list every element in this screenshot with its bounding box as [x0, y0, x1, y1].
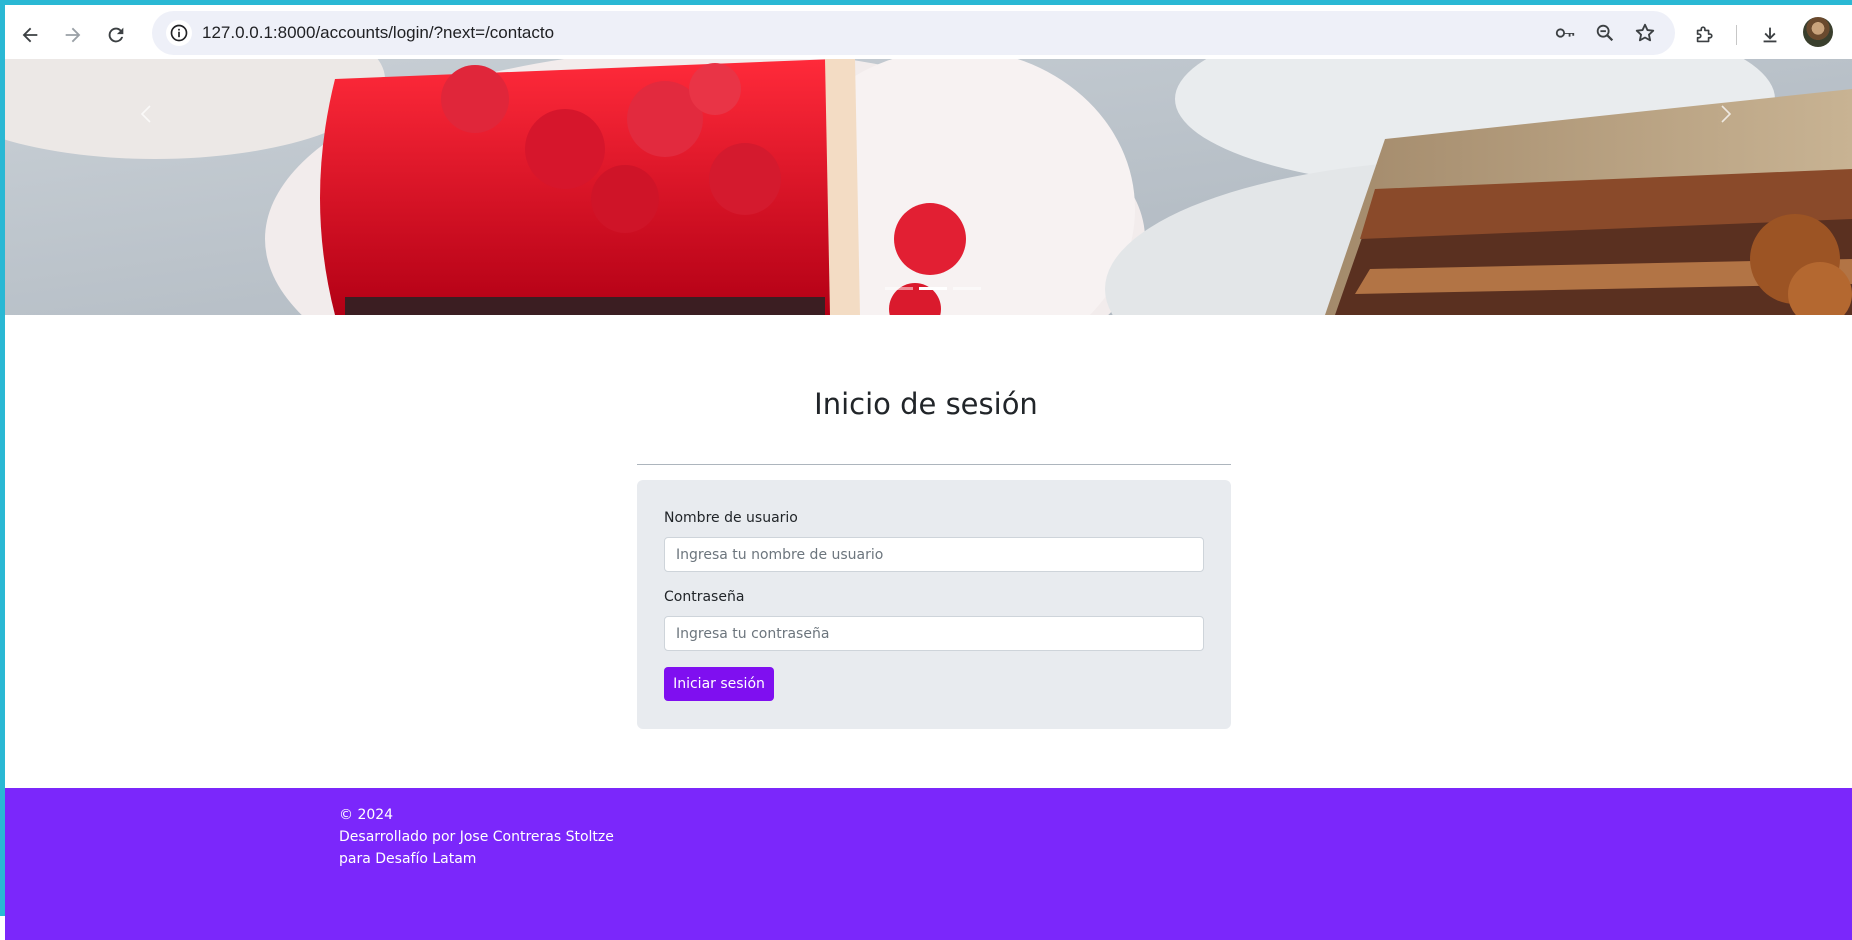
extensions-button[interactable]: [1686, 17, 1722, 53]
username-label: Nombre de usuario: [664, 510, 798, 526]
key-icon: [1555, 28, 1575, 38]
carousel-next-button[interactable]: [1695, 79, 1755, 149]
footer-credit-line2: para Desafío Latam: [339, 851, 477, 867]
chevron-left-icon: [140, 105, 151, 123]
footer-credit-line1: Desarrollado por Jose Contreras Stoltze: [339, 829, 614, 845]
login-button[interactable]: Iniciar sesión: [664, 667, 774, 701]
reload-icon: [108, 27, 124, 43]
carousel-prev-button[interactable]: [117, 79, 177, 149]
back-button[interactable]: [12, 17, 48, 53]
title-divider: [637, 464, 1231, 465]
login-form: Nombre de usuario Contraseña Iniciar ses…: [637, 480, 1231, 729]
url-text[interactable]: 127.0.0.1:8000/accounts/login/?next=/con…: [202, 23, 554, 43]
carousel-indicator-active[interactable]: [919, 287, 947, 290]
password-label: Contraseña: [664, 589, 745, 605]
carousel-indicator[interactable]: [885, 287, 913, 290]
star-icon: [1635, 23, 1655, 42]
carousel-indicators: [885, 287, 981, 290]
arrow-right-icon: [65, 27, 81, 43]
hero-carousel: [5, 59, 1852, 315]
browser-toolbar: 127.0.0.1:8000/accounts/login/?next=/con…: [5, 5, 1852, 59]
passwords-button[interactable]: [1552, 20, 1578, 46]
page-title: Inicio de sesión: [814, 387, 1038, 421]
download-icon: [1763, 27, 1777, 43]
bookmark-button[interactable]: [1632, 20, 1658, 46]
footer: © 2024 Desarrollado por Jose Contreras S…: [5, 788, 1852, 940]
reload-button[interactable]: [98, 17, 134, 53]
zoom-icon: [1596, 24, 1614, 42]
chevron-right-icon: [1721, 105, 1732, 123]
footer-text: © 2024 Desarrollado por Jose Contreras S…: [339, 804, 614, 870]
forward-button[interactable]: [55, 17, 91, 53]
address-bar[interactable]: 127.0.0.1:8000/accounts/login/?next=/con…: [152, 11, 1675, 55]
downloads-button[interactable]: [1752, 17, 1788, 53]
cake-slide-image: [5, 59, 1852, 315]
footer-copyright: © 2024: [339, 807, 394, 823]
username-input[interactable]: [664, 537, 1204, 572]
zoom-button[interactable]: [1592, 20, 1618, 46]
puzzle-icon: [1696, 26, 1713, 43]
toolbar-divider: [1736, 25, 1737, 45]
site-info-button[interactable]: [166, 20, 192, 46]
password-input[interactable]: [664, 616, 1204, 651]
avatar[interactable]: [1803, 17, 1833, 47]
arrow-left-icon: [22, 27, 38, 43]
carousel-indicator[interactable]: [953, 287, 981, 290]
info-icon: [170, 24, 188, 42]
